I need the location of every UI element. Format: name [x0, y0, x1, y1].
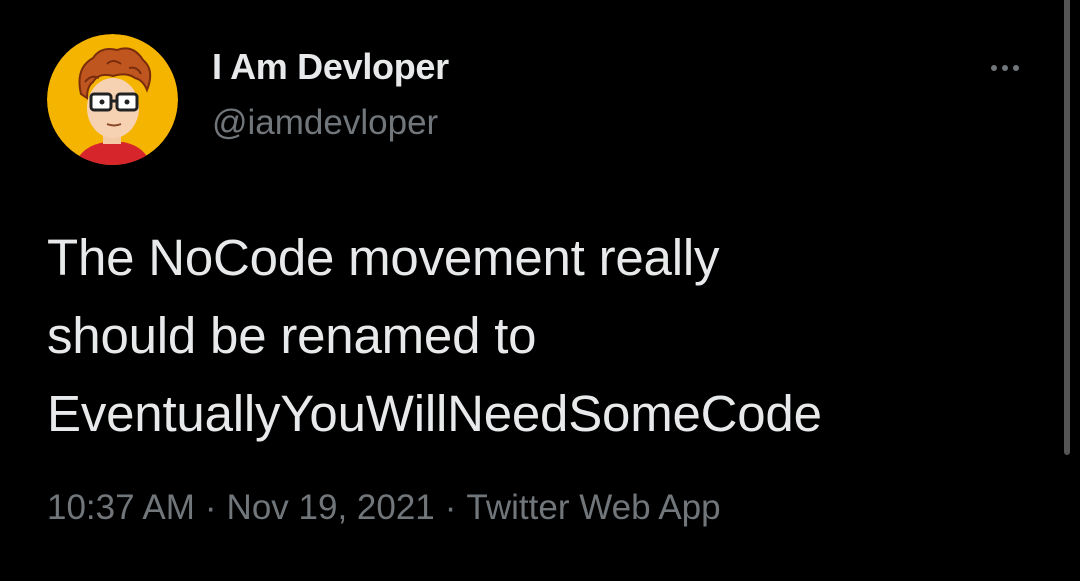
tweet-time[interactable]: 10:37 AM	[47, 488, 195, 527]
tweet-text-line: should be renamed to	[47, 307, 537, 364]
tweet-text-line: The NoCode movement really	[47, 229, 720, 286]
more-options-button[interactable]	[980, 50, 1030, 86]
metadata-separator: ·	[204, 488, 217, 527]
tweet-source[interactable]: Twitter Web App	[466, 488, 720, 527]
tweet-text: The NoCode movement really should be ren…	[47, 219, 1047, 453]
scrollbar[interactable]	[1064, 0, 1070, 455]
cartoon-developer-avatar-icon	[47, 34, 178, 165]
tweet-date[interactable]: Nov 19, 2021	[227, 488, 435, 527]
tweet-text-line: EventuallyYouWillNeedSomeCode	[47, 385, 822, 442]
more-dots-icon	[991, 65, 1019, 71]
avatar[interactable]	[47, 34, 178, 165]
author-display-name[interactable]: I Am Devloper	[212, 46, 449, 88]
author-handle[interactable]: @iamdevloper	[212, 103, 438, 143]
tweet-card: I Am Devloper @iamdevloper The NoCode mo…	[0, 0, 1080, 581]
tweet-metadata: 10:37 AM · Nov 19, 2021 · Twitter Web App	[47, 488, 721, 528]
metadata-separator: ·	[444, 488, 457, 527]
